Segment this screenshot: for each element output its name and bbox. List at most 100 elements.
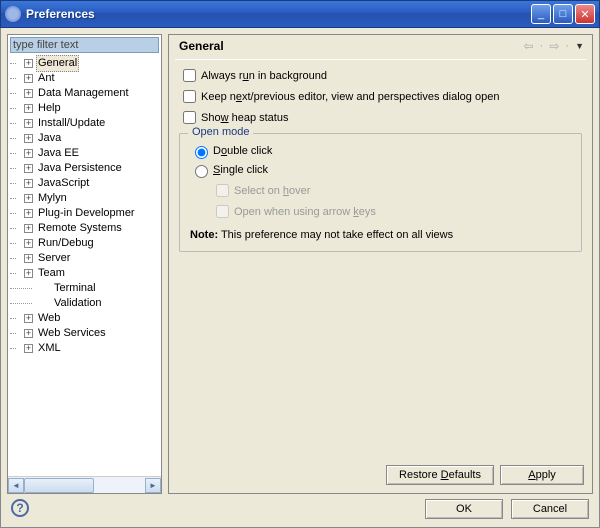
tree-item-label: XML xyxy=(36,341,63,356)
expand-icon[interactable]: + xyxy=(24,329,33,338)
open-arrow-label: Open when using arrow keys xyxy=(234,206,376,218)
nav-forward-icon[interactable]: ⇨ xyxy=(549,39,559,53)
note-text: This preference may not take effect on a… xyxy=(218,229,453,241)
nav-dot: · xyxy=(565,40,569,52)
tree-item[interactable]: Terminal xyxy=(10,281,161,296)
tree-item[interactable]: +XML xyxy=(10,341,161,356)
tree-item[interactable]: +Run/Debug xyxy=(10,236,161,251)
tree-item-label: Java EE xyxy=(36,146,81,161)
ok-button[interactable]: OK xyxy=(425,499,503,519)
tree-item[interactable]: +General xyxy=(10,56,161,71)
open-arrow-input xyxy=(216,205,229,218)
tree-item[interactable]: Validation xyxy=(10,296,161,311)
expand-icon[interactable]: + xyxy=(24,59,33,68)
tree-item[interactable]: +Java Persistence xyxy=(10,161,161,176)
tree-panel: +General+Ant+Data Management+Help+Instal… xyxy=(7,34,162,494)
double-click-radio[interactable]: Double click xyxy=(190,143,571,159)
cancel-button[interactable]: Cancel xyxy=(511,499,589,519)
tree-item-label: Web xyxy=(36,311,62,326)
settings-panel: General ⇦ · ⇨ · ▼ Always run in backgrou… xyxy=(168,34,593,494)
tree-item[interactable]: +Web xyxy=(10,311,161,326)
close-button[interactable]: ✕ xyxy=(575,4,595,24)
dialog-client: +General+Ant+Data Management+Help+Instal… xyxy=(0,28,600,528)
tree-item[interactable]: +Mylyn xyxy=(10,191,161,206)
run-background-input[interactable] xyxy=(183,69,196,82)
tree-item[interactable]: +JavaScript xyxy=(10,176,161,191)
tree-item-label: Java xyxy=(36,131,63,146)
expand-icon[interactable]: + xyxy=(24,74,33,83)
expand-icon[interactable]: + xyxy=(24,134,33,143)
expand-icon[interactable]: + xyxy=(24,89,33,98)
horizontal-scrollbar[interactable]: ◄ ► xyxy=(8,476,161,493)
keep-dialog-input[interactable] xyxy=(183,90,196,103)
note-label: Note: xyxy=(190,229,218,241)
tree-item[interactable]: +Remote Systems xyxy=(10,221,161,236)
expand-icon[interactable]: + xyxy=(24,314,33,323)
window-title: Preferences xyxy=(26,7,531,21)
tree-item[interactable]: +Plug-in Developmer xyxy=(10,206,161,221)
tree-item-label: Ant xyxy=(36,71,57,86)
select-on-hover-checkbox: Select on hover xyxy=(212,181,571,200)
heap-status-checkbox[interactable]: Show heap status xyxy=(179,108,582,127)
tree-item-label: Terminal xyxy=(52,281,98,296)
note-row: Note: This preference may not take effec… xyxy=(190,229,571,241)
restore-defaults-button[interactable]: Restore Defaults xyxy=(386,465,494,485)
tree-item[interactable]: +Ant xyxy=(10,71,161,86)
tree-item-label: Server xyxy=(36,251,72,266)
maximize-button[interactable]: □ xyxy=(553,4,573,24)
minimize-button[interactable]: _ xyxy=(531,4,551,24)
open-arrow-checkbox: Open when using arrow keys xyxy=(212,202,571,221)
tree-item[interactable]: +Team xyxy=(10,266,161,281)
tree-leaf-icon xyxy=(40,299,49,308)
tree-item[interactable]: +Help xyxy=(10,101,161,116)
expand-icon[interactable]: + xyxy=(24,179,33,188)
expand-icon[interactable]: + xyxy=(24,224,33,233)
help-icon[interactable]: ? xyxy=(11,499,29,517)
title-bar: Preferences _ □ ✕ xyxy=(0,0,600,28)
tree-item[interactable]: +Java EE xyxy=(10,146,161,161)
tree-item-label: Data Management xyxy=(36,86,131,101)
tree-item[interactable]: +Web Services xyxy=(10,326,161,341)
nav-menu-icon[interactable]: ▼ xyxy=(575,41,584,51)
run-background-label: Always run in background xyxy=(201,70,327,82)
tree-item-label: Run/Debug xyxy=(36,236,96,251)
filter-input[interactable] xyxy=(10,37,159,53)
expand-icon[interactable]: + xyxy=(24,239,33,248)
double-click-input[interactable] xyxy=(195,146,208,159)
expand-icon[interactable]: + xyxy=(24,119,33,128)
tree-leaf-icon xyxy=(40,284,49,293)
expand-icon[interactable]: + xyxy=(24,194,33,203)
expand-icon[interactable]: + xyxy=(24,269,33,278)
expand-icon[interactable]: + xyxy=(24,209,33,218)
expand-icon[interactable]: + xyxy=(24,149,33,158)
heap-status-input[interactable] xyxy=(183,111,196,124)
tree-item[interactable]: +Server xyxy=(10,251,161,266)
double-click-label: Double click xyxy=(213,145,272,157)
scroll-track[interactable] xyxy=(24,478,145,493)
single-click-input[interactable] xyxy=(195,165,208,178)
nav-back-icon[interactable]: ⇦ xyxy=(524,39,534,53)
keep-dialog-checkbox[interactable]: Keep next/previous editor, view and pers… xyxy=(179,87,582,106)
tree-item-label: General xyxy=(36,55,79,72)
nav-controls: ⇦ · ⇨ · ▼ xyxy=(524,39,584,53)
keep-dialog-label: Keep next/previous editor, view and pers… xyxy=(201,91,499,103)
tree-item[interactable]: +Data Management xyxy=(10,86,161,101)
scroll-right-button[interactable]: ► xyxy=(145,478,161,493)
select-on-hover-input xyxy=(216,184,229,197)
run-background-checkbox[interactable]: Always run in background xyxy=(179,66,582,85)
tree-item-label: Help xyxy=(36,101,63,116)
preferences-tree[interactable]: +General+Ant+Data Management+Help+Instal… xyxy=(8,55,161,476)
tree-item[interactable]: +Java xyxy=(10,131,161,146)
tree-item-label: Java Persistence xyxy=(36,161,124,176)
open-mode-title: Open mode xyxy=(188,126,253,138)
expand-icon[interactable]: + xyxy=(24,254,33,263)
single-click-radio[interactable]: Single click xyxy=(190,162,571,178)
tree-item[interactable]: +Install/Update xyxy=(10,116,161,131)
scroll-thumb[interactable] xyxy=(24,478,94,493)
expand-icon[interactable]: + xyxy=(24,344,33,353)
expand-icon[interactable]: + xyxy=(24,164,33,173)
apply-button[interactable]: Apply xyxy=(500,465,584,485)
settings-content: Always run in background Keep next/previ… xyxy=(169,60,592,256)
scroll-left-button[interactable]: ◄ xyxy=(8,478,24,493)
expand-icon[interactable]: + xyxy=(24,104,33,113)
